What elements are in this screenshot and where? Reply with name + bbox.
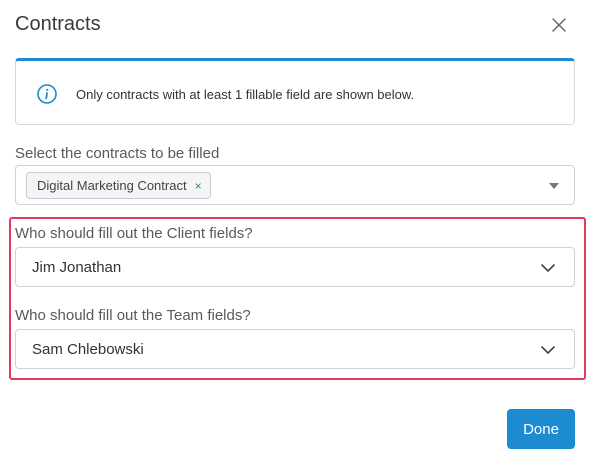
tag-label: Digital Marketing Contract <box>37 178 187 193</box>
info-icon <box>37 84 57 104</box>
done-button[interactable]: Done <box>507 409 575 449</box>
chevron-down-icon <box>541 346 555 354</box>
contracts-label: Select the contracts to be filled <box>15 145 220 162</box>
team-assignee-select[interactable]: Sam Chlebowski <box>15 329 575 369</box>
chevron-down-icon <box>541 264 555 272</box>
client-assignee-value: Jim Jonathan <box>32 259 122 276</box>
info-banner: Only contracts with at least 1 fillable … <box>15 58 575 125</box>
selected-contract-tag: Digital Marketing Contract × <box>26 172 211 199</box>
caret-down-icon[interactable] <box>549 183 559 189</box>
info-text: Only contracts with at least 1 fillable … <box>76 87 415 102</box>
client-assignee-select[interactable]: Jim Jonathan <box>15 247 575 287</box>
team-fields-label: Who should fill out the Team fields? <box>15 307 251 324</box>
contracts-multiselect[interactable]: Digital Marketing Contract × <box>15 165 575 205</box>
dialog-title: Contracts <box>15 13 101 35</box>
close-icon <box>552 18 566 32</box>
client-fields-label: Who should fill out the Client fields? <box>15 225 253 242</box>
close-button[interactable] <box>548 14 570 36</box>
tag-remove-button[interactable]: × <box>195 180 202 192</box>
team-assignee-value: Sam Chlebowski <box>32 341 144 358</box>
